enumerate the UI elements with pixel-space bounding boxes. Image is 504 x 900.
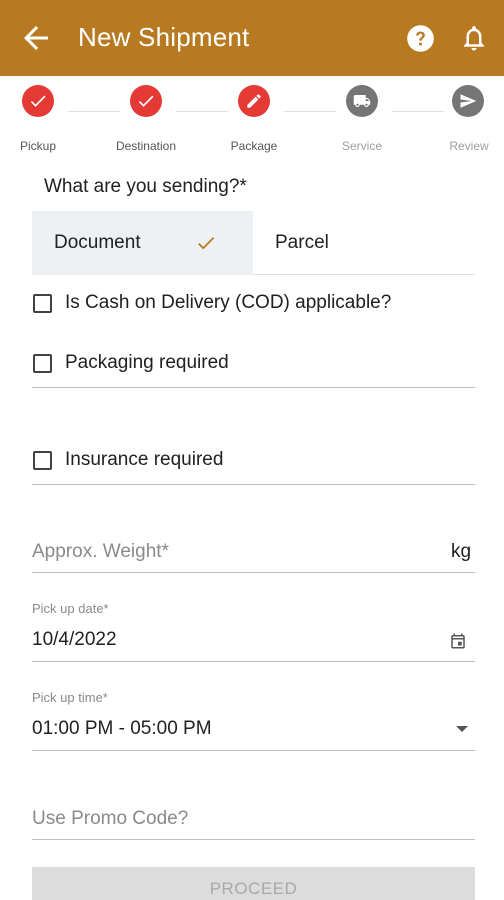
step-pickup[interactable] [22,85,54,117]
step-label-pickup: Pickup [19,139,57,153]
step-service[interactable] [346,85,378,117]
page-title: New Shipment [78,22,250,52]
type-option-label: Document [54,232,141,253]
pickup-date-label: Pick up date* [32,601,109,616]
check-icon [198,237,215,250]
proceed-button[interactable]: PROCEED [32,867,475,900]
cod-label: Is Cash on Delivery (COD) applicable? [65,292,392,313]
weight-input[interactable]: Approx. Weight* [32,541,169,563]
step-connector [392,111,444,112]
step-label-destination: Destination [115,139,177,153]
step-label-service: Service [341,139,382,153]
step-connector [68,111,120,112]
pencil-icon [247,94,261,108]
divider [32,387,475,388]
arrow-left-icon[interactable] [18,20,54,56]
shipment-type-question: What are you sending?* [44,176,247,197]
step-label-package: Package [230,139,278,153]
bell-icon[interactable] [459,23,489,53]
type-option-label: Parcel [275,232,329,253]
packaging-label: Packaging required [65,352,229,373]
step-destination[interactable] [130,85,162,117]
help-circle-icon[interactable] [406,24,435,53]
insurance-checkbox-row[interactable]: Insurance required [32,441,475,481]
promo-code-underline [32,839,475,840]
step-connector [176,111,228,112]
divider [32,484,475,485]
dropdown-caret-icon[interactable] [452,722,472,736]
type-option-parcel[interactable]: Parcel [253,211,475,275]
step-label-review: Review [449,139,489,153]
packaging-checkbox-row[interactable]: Packaging required [32,344,475,384]
check-icon [138,95,154,107]
truck-icon [353,95,371,107]
check-icon [30,95,46,107]
pickup-date-underline [32,661,475,662]
pickup-time-label: Pick up time* [32,690,108,705]
weight-underline [32,572,475,573]
pickup-time-select[interactable]: 01:00 PM - 05:00 PM [32,718,212,740]
pickup-date-field[interactable]: 10/4/2022 [32,629,117,651]
insurance-checkbox[interactable] [33,451,52,470]
weight-unit: kg [451,541,472,562]
promo-code-input[interactable]: Use Promo Code? [32,808,188,830]
insurance-label: Insurance required [65,449,224,470]
send-icon [460,94,477,108]
cod-checkbox-row[interactable]: Is Cash on Delivery (COD) applicable? [32,284,475,324]
step-package[interactable] [238,85,270,117]
app-bar: New Shipment [0,0,504,76]
packaging-checkbox[interactable] [33,354,52,373]
step-review[interactable] [452,85,484,117]
type-option-document[interactable]: Document [32,211,253,275]
pickup-time-underline [32,750,475,751]
cod-checkbox[interactable] [33,294,52,313]
calendar-icon[interactable] [449,632,467,650]
step-connector [284,111,336,112]
